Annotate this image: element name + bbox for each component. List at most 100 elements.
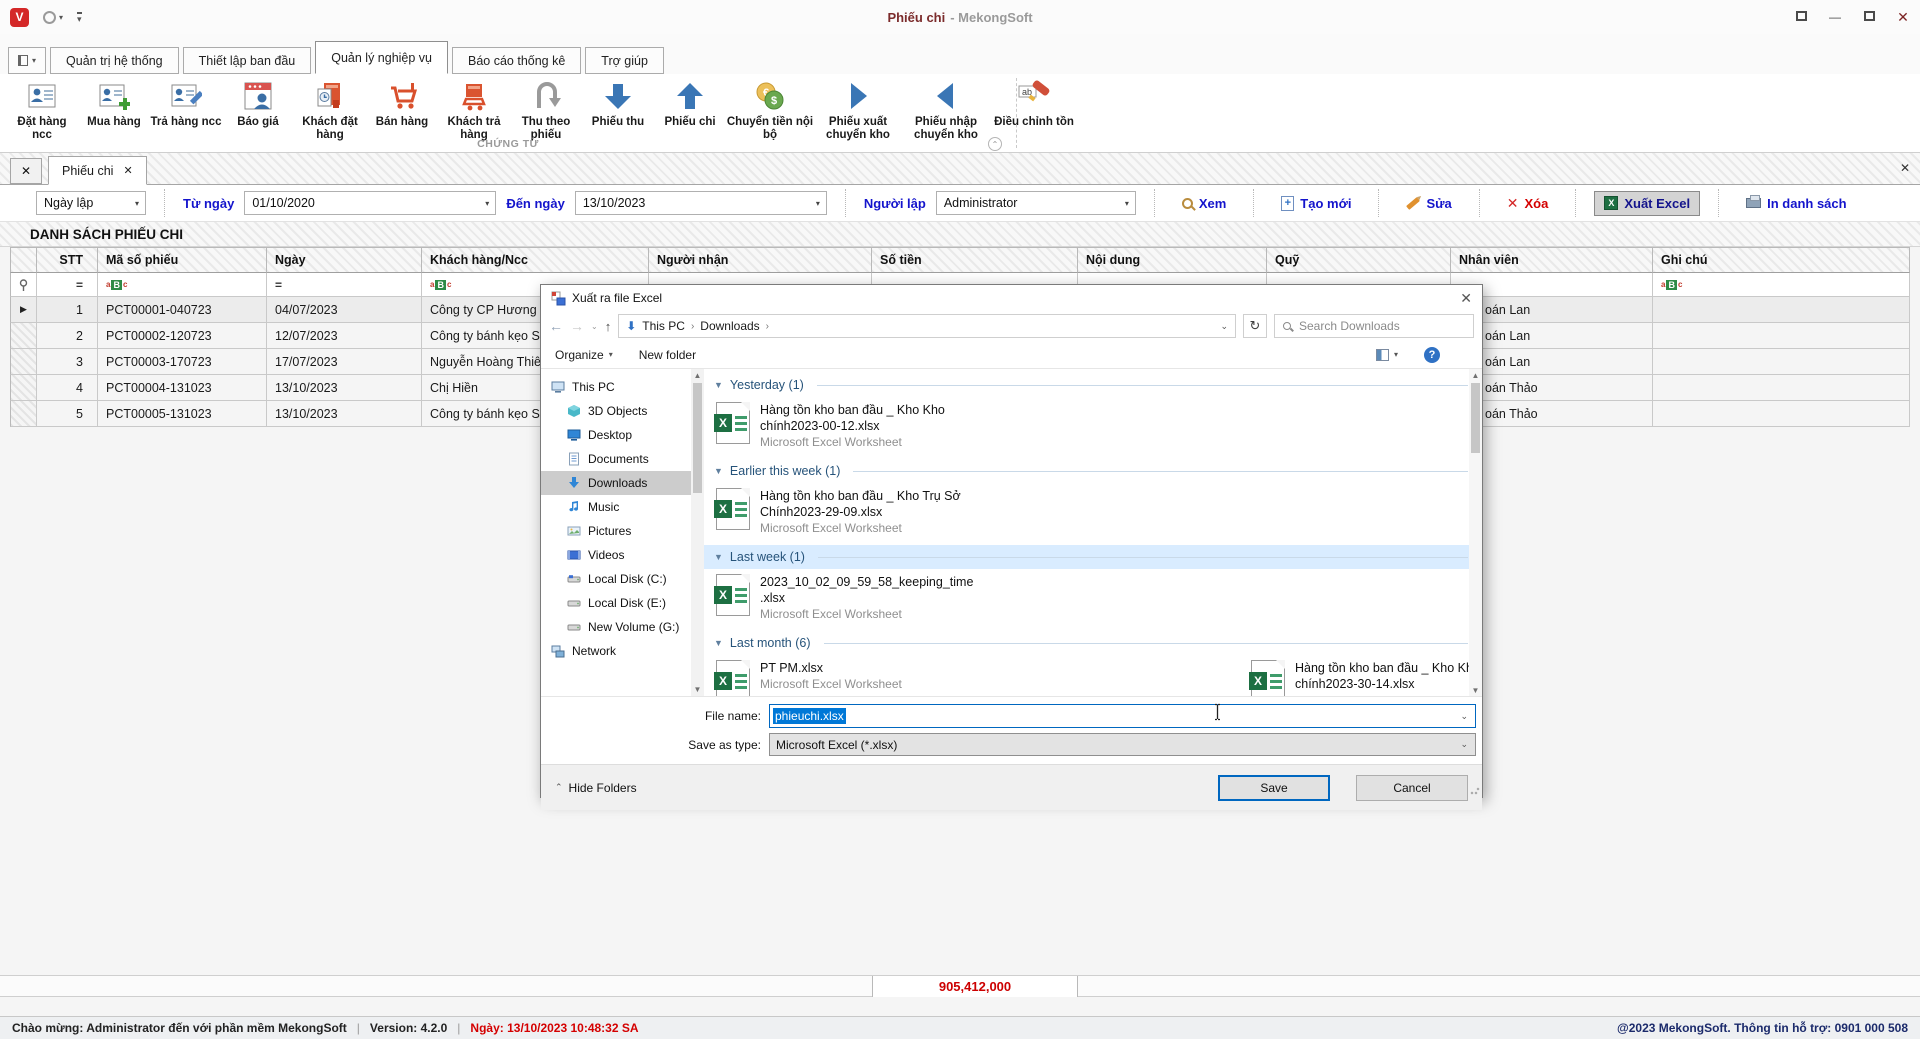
tabstrip-close-icon[interactable]: ✕ [1900,161,1910,175]
ribbon-item-phieu-chi[interactable]: Phiếu chi [654,77,726,129]
history-dropdown-icon[interactable]: ⌄ [591,322,598,331]
row-selector[interactable] [10,401,37,427]
header-stt[interactable]: STT [37,247,98,273]
view-button[interactable]: Xem [1173,192,1235,215]
filter-ma-so-phieu[interactable]: aBc [98,273,267,297]
filter-stt[interactable]: = [37,273,98,297]
help-icon[interactable]: ? [1424,347,1440,363]
ribbon-item-thu-theo-phieu[interactable]: Thu theo phiếu [510,77,582,142]
sidebar-item-music[interactable]: Music [541,495,691,519]
back-button[interactable]: ← [549,318,563,334]
ribbon-item-bao-gia[interactable]: Báo giá [222,77,294,129]
menu-tab-quan-ly-nghiep-vu[interactable]: Quản lý nghiệp vụ [315,41,448,74]
menu-tab-quan-tri-he-thong[interactable]: Quản trị hệ thống [50,47,179,74]
create-new-button[interactable]: + Tạo mới [1272,192,1360,215]
scrollbar-thumb[interactable] [1471,383,1480,453]
group-header-last-week[interactable]: ▼ Last week (1) [704,545,1482,569]
menu-tab-tro-giup[interactable]: Trợ giúp [585,47,664,74]
print-list-button[interactable]: In danh sách [1737,192,1855,215]
file-item[interactable]: X Hàng tồn kho ban đầu _ Kho Kho chính20… [1239,655,1480,696]
ribbon-item-phieu-nhap-chuyen-kho[interactable]: Phiếu nhập chuyển kho [902,77,990,142]
scrollbar-thumb[interactable] [693,383,702,493]
fullscreen-button[interactable] [1792,10,1810,24]
menu-tab-mini[interactable]: ▾ [8,47,46,74]
filter-ghi-chu[interactable]: aBc [1653,273,1910,297]
sidebar-item-new-volume-g[interactable]: New Volume (G:) [541,615,691,639]
ribbon-item-tra-hang-ncc[interactable]: Trả hàng ncc [150,77,222,129]
refresh-button[interactable]: ↻ [1243,314,1267,338]
organize-button[interactable]: Organize ▾ [555,348,613,362]
quick-access-button[interactable]: ▾ [43,11,63,24]
row-selector[interactable] [10,349,37,375]
row-selector[interactable] [10,375,37,401]
minimize-button[interactable]: — [1826,10,1844,24]
view-options-button[interactable]: ▾ [1376,349,1398,361]
from-date-combo[interactable]: 01/10/2020 ▾ [244,191,496,215]
dialog-close-button[interactable]: ✕ [1460,290,1472,307]
up-button[interactable]: ↑ [605,319,612,334]
view-by-combo[interactable]: Ngày lập ▾ [36,191,146,215]
header-ma-so-phieu[interactable]: Mã số phiếu [98,247,267,273]
delete-button[interactable]: ✕ Xóa [1498,191,1558,216]
toolbar-overflow-icon[interactable]: ▾ [77,12,82,23]
new-folder-button[interactable]: New folder [639,348,696,362]
sidebar-item-this-pc[interactable]: This PC [541,375,691,399]
forward-button[interactable]: → [570,318,584,334]
file-item[interactable]: X 2023_10_02_09_59_58_keeping_time .xlsx… [704,569,1482,631]
filter-ngay[interactable]: = [267,273,422,297]
breadcrumb-this-pc[interactable]: This PC [642,319,685,333]
close-button[interactable]: ✕ [1894,9,1912,26]
ribbon-item-phieu-xuat-chuyen-kho[interactable]: Phiếu xuất chuyển kho [814,77,902,142]
sidebar-item-network[interactable]: Network [541,639,691,663]
sidebar-item-videos[interactable]: Videos [541,543,691,567]
tab-close-icon[interactable]: ✕ [123,164,132,177]
close-all-tabs-button[interactable]: ✕ [10,158,42,184]
ribbon-item-dieu-chinh-ton[interactable]: ab Điều chỉnh tồn [990,77,1078,129]
header-so-tien[interactable]: Số tiền [872,247,1078,273]
dialog-titlebar[interactable]: Xuất ra file Excel ✕ [541,285,1482,311]
sidebar-item-documents[interactable]: Documents [541,447,691,471]
file-item[interactable]: X Hàng tồn kho ban đầu _ Kho Kho chính20… [704,397,1482,459]
ribbon-item-khach-dat-hang[interactable]: Khách đặt hàng [294,77,366,142]
header-nhan-vien[interactable]: Nhân viên [1451,247,1653,273]
sidebar-item-3d-objects[interactable]: 3D Objects [541,399,691,423]
menu-tab-bao-cao-thong-ke[interactable]: Báo cáo thống kê [452,47,581,74]
resize-grip[interactable] [1470,785,1480,795]
creator-combo[interactable]: Administrator ▾ [936,191,1136,215]
header-quy[interactable]: Quỹ [1267,247,1451,273]
save-button[interactable]: Save [1218,775,1330,801]
file-name-input[interactable]: phieuchi.xlsx ⌄ [769,704,1476,728]
hide-folders-button[interactable]: ⌃ Hide Folders [555,781,637,795]
search-input[interactable]: Search Downloads [1274,314,1474,338]
header-ngay[interactable]: Ngày [267,247,422,273]
ribbon-item-ban-hang[interactable]: Bán hàng [366,77,438,129]
sidebar-item-local-disk-c[interactable]: Local Disk (C:) [541,567,691,591]
breadcrumb-downloads[interactable]: Downloads [700,319,759,333]
address-dropdown-icon[interactable]: ⌄ [1220,321,1228,332]
group-header-last-month[interactable]: ▼ Last month (6) [704,631,1482,655]
sidebar-scrollbar[interactable]: ▲ ▼ [691,369,704,696]
save-type-combo[interactable]: Microsoft Excel (*.xlsx) ⌄ [769,733,1476,756]
ribbon-item-chuyen-tien-noi-bo[interactable]: €$ Chuyển tiền nội bộ [726,77,814,142]
sidebar-item-local-disk-e[interactable]: Local Disk (E:) [541,591,691,615]
tab-phieu-chi[interactable]: Phiếu chi ✕ [48,156,147,185]
address-bar[interactable]: ⬇ This PC › Downloads › ⌄ [618,314,1236,338]
group-header-earlier-this-week[interactable]: ▼ Earlier this week (1) [704,459,1482,483]
header-nguoi-nhan[interactable]: Người nhận [649,247,872,273]
filter-pin-cell[interactable] [10,273,37,297]
ribbon-item-mua-hang[interactable]: Mua hàng [78,77,150,129]
header-ghi-chu[interactable]: Ghi chú [1653,247,1910,273]
header-khach-hang[interactable]: Khách hàng/Ncc [422,247,649,273]
file-item[interactable]: X PT PM.xlsx Microsoft Excel Worksheet [704,655,1239,696]
menu-tab-thiet-lap-ban-dau[interactable]: Thiết lập ban đầu [183,47,312,74]
ribbon-item-phieu-thu[interactable]: Phiếu thu [582,77,654,129]
maximize-button[interactable] [1860,10,1878,24]
sidebar-item-downloads[interactable]: Downloads [541,471,691,495]
ribbon-item-khach-tra-hang[interactable]: Khách trả hàng [438,77,510,142]
to-date-combo[interactable]: 13/10/2023 ▾ [575,191,827,215]
edit-button[interactable]: Sửa [1397,192,1460,215]
group-header-yesterday[interactable]: ▼ Yesterday (1) [704,373,1482,397]
file-item[interactable]: X Hàng tồn kho ban đầu _ Kho Trụ Sở Chín… [704,483,1482,545]
row-selector[interactable] [10,323,37,349]
header-noi-dung[interactable]: Nội dung [1078,247,1267,273]
